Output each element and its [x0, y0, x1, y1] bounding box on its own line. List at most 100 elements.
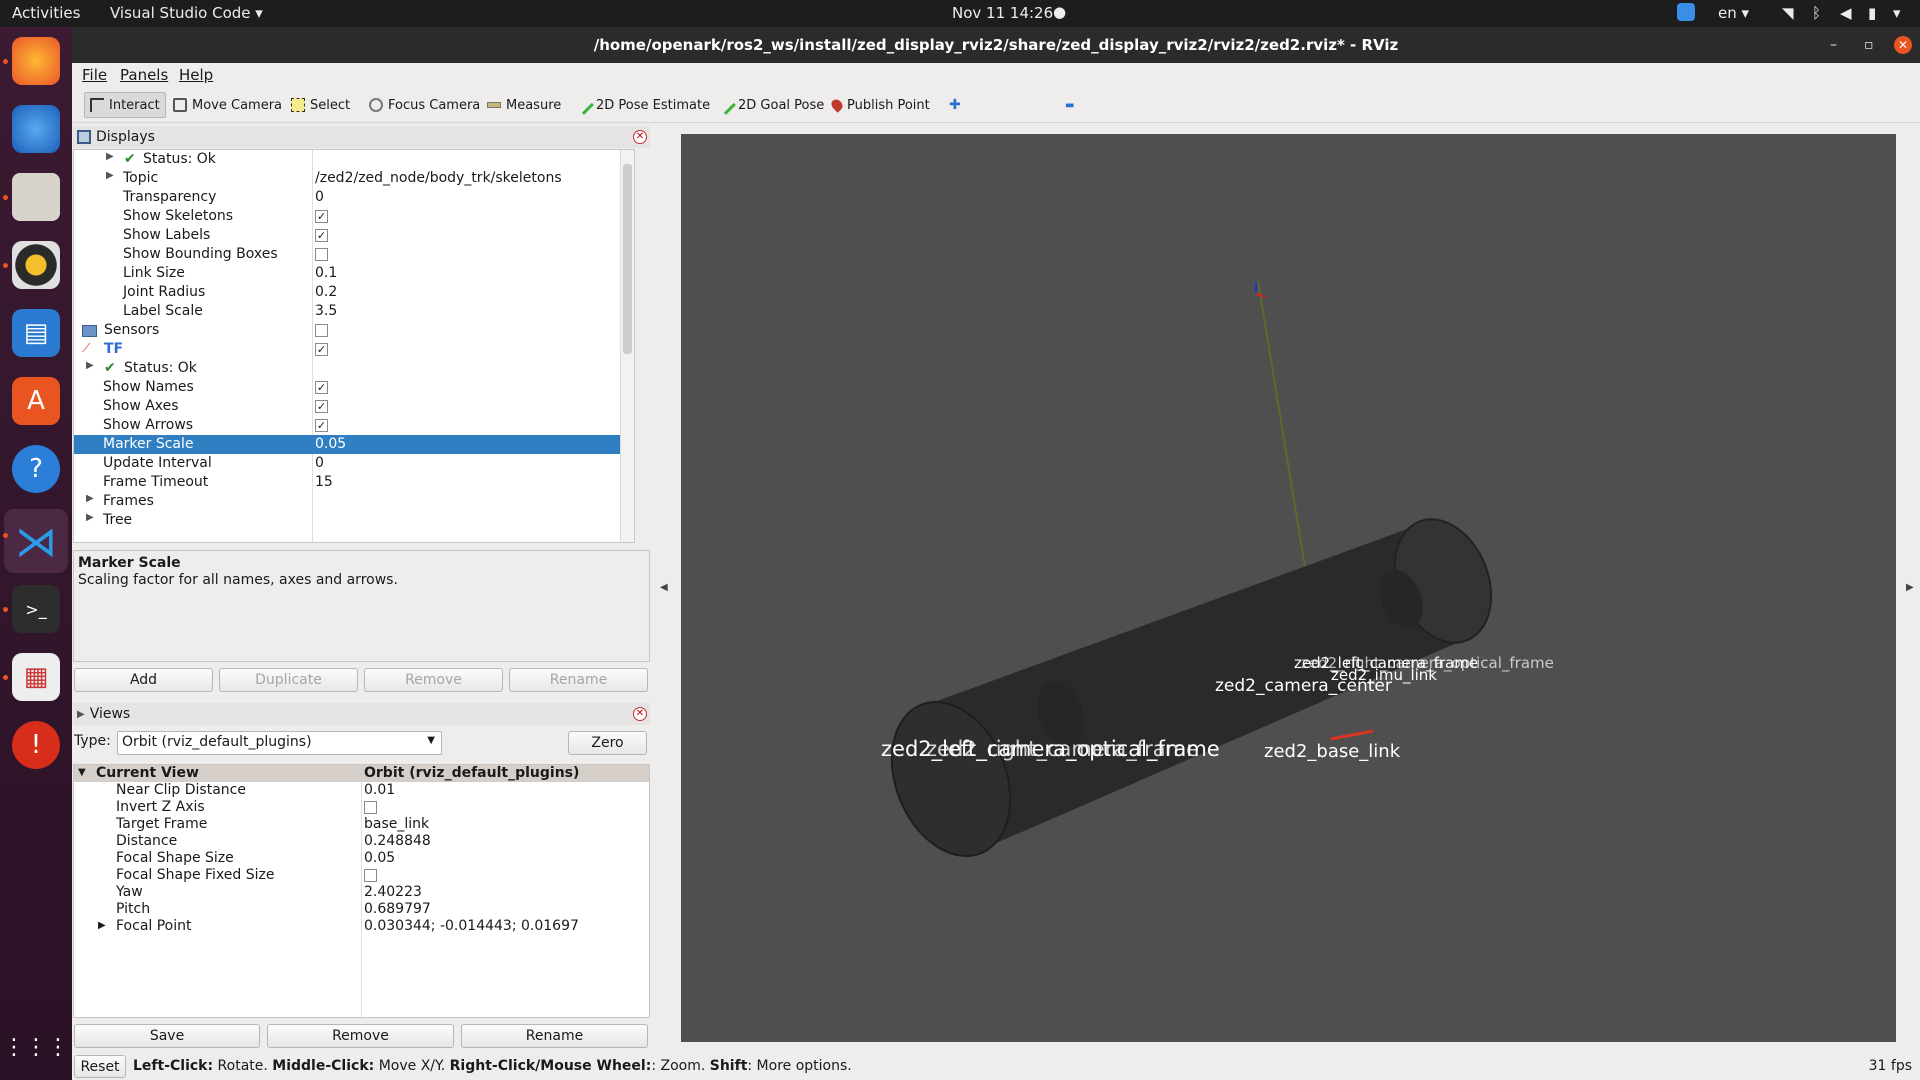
- tree-row-frames[interactable]: ▶ Frames: [74, 492, 634, 511]
- activities-button[interactable]: Activities: [12, 4, 80, 22]
- displays-scrollbar[interactable]: [620, 150, 634, 542]
- view-row-focal-point[interactable]: ▶ Focal Point 0.030344; -0.014443; 0.01697: [74, 918, 649, 935]
- collapse-left-icon[interactable]: ◀: [660, 582, 668, 593]
- menu-help[interactable]: Help: [179, 66, 213, 84]
- volume-icon[interactable]: ◀: [1840, 4, 1852, 22]
- current-view-row[interactable]: ▼ Current View Orbit (rviz_default_plugi…: [74, 765, 649, 782]
- pose-estimate-tool[interactable]: 2D Pose Estimate: [572, 92, 715, 118]
- cursor-icon: [90, 98, 104, 112]
- view-row-target-frame[interactable]: Target Frame base_link: [74, 816, 649, 833]
- tree-row-show-skeletons[interactable]: Show Skeletons ✓: [74, 207, 634, 226]
- focus-camera-tool[interactable]: Focus Camera: [364, 92, 485, 118]
- system-menu-icon[interactable]: ▾: [1893, 4, 1901, 22]
- render-viewport[interactable]: zed2_left_camera_frame zed2_imu_link zed…: [681, 134, 1896, 1042]
- scrollbar-thumb[interactable]: [623, 164, 632, 354]
- menu-file[interactable]: File: [82, 66, 107, 84]
- wifi-icon[interactable]: ◥: [1782, 4, 1794, 22]
- tf-axes-icon: ⟋: [82, 341, 91, 355]
- tree-row-joint-radius[interactable]: Joint Radius 0.2: [74, 283, 634, 302]
- remove-display-button[interactable]: Remove: [364, 668, 503, 692]
- app-menu[interactable]: Visual Studio Code ▾: [110, 4, 263, 22]
- bluetooth-icon[interactable]: ᛒ: [1812, 4, 1821, 22]
- tree-row-update-interval[interactable]: Update Interval 0: [74, 454, 634, 473]
- tree-row-show-labels[interactable]: Show Labels ✓: [74, 226, 634, 245]
- interact-tool[interactable]: Interact: [84, 92, 166, 118]
- view-row-focal-shape-size[interactable]: Focal Shape Size 0.05: [74, 850, 649, 867]
- view-row-yaw[interactable]: Yaw 2.40223: [74, 884, 649, 901]
- view-row-distance[interactable]: Distance 0.248848: [74, 833, 649, 850]
- checkbox[interactable]: ✓: [315, 229, 328, 242]
- view-row-near-clip[interactable]: Near Clip Distance 0.01: [74, 782, 649, 799]
- tree-row-status[interactable]: ▶ ✔ Status: Ok: [74, 150, 634, 169]
- move-camera-tool[interactable]: Move Camera: [168, 92, 287, 118]
- firefox-icon[interactable]: [12, 37, 60, 85]
- tree-row-tf[interactable]: ⟋ TF ✓: [74, 340, 634, 359]
- checkbox[interactable]: ✓: [315, 210, 328, 223]
- goal-pose-tool[interactable]: 2D Goal Pose: [714, 92, 829, 118]
- document-viewer-icon[interactable]: ▦: [12, 653, 60, 701]
- tree-row-marker-scale[interactable]: Marker Scale 0.05: [74, 435, 622, 454]
- collapse-right-icon[interactable]: ▶: [1906, 582, 1914, 593]
- add-display-button[interactable]: Add: [74, 668, 213, 692]
- battery-icon[interactable]: ▮: [1868, 4, 1876, 22]
- tree-row-show-bounding-boxes[interactable]: Show Bounding Boxes: [74, 245, 634, 264]
- show-apps-icon[interactable]: ⋮⋮⋮: [3, 1023, 69, 1071]
- tree-row-tf-status[interactable]: ▶ ✔ Status: Ok: [74, 359, 634, 378]
- duplicate-display-button[interactable]: Duplicate: [219, 668, 358, 692]
- close-icon[interactable]: ✕: [633, 707, 647, 721]
- teamviewer-icon[interactable]: [1677, 3, 1695, 21]
- tree-row-link-size[interactable]: Link Size 0.1: [74, 264, 634, 283]
- maximize-button[interactable]: ▫: [1864, 27, 1874, 63]
- tree-row-frame-timeout[interactable]: Frame Timeout 15: [74, 473, 634, 492]
- rename-view-button[interactable]: Rename: [461, 1024, 648, 1048]
- zero-button[interactable]: Zero: [568, 731, 647, 755]
- tree-row-show-arrows[interactable]: Show Arrows ✓: [74, 416, 634, 435]
- tree-row-label-scale[interactable]: Label Scale 3.5: [74, 302, 634, 321]
- add-tool-button[interactable]: ✚: [944, 92, 966, 118]
- views-tree: ▼ Current View Orbit (rviz_default_plugi…: [73, 764, 650, 1018]
- language-selector[interactable]: en ▾: [1718, 4, 1749, 22]
- close-icon[interactable]: ✕: [633, 130, 647, 144]
- close-button[interactable]: ✕: [1894, 36, 1912, 54]
- checkbox[interactable]: ✓: [315, 400, 328, 413]
- menu-panels[interactable]: Panels: [120, 66, 168, 84]
- view-type-select[interactable]: Orbit (rviz_default_plugins) ▼: [117, 731, 442, 755]
- rhythmbox-icon[interactable]: [12, 241, 60, 289]
- select-tool[interactable]: Select: [286, 92, 355, 118]
- view-row-pitch[interactable]: Pitch 0.689797: [74, 901, 649, 918]
- terminal-icon[interactable]: >_: [12, 585, 60, 633]
- tree-row-topic[interactable]: ▶ Topic/zed2/zed_node/body_trk/skeletons: [74, 169, 634, 188]
- writer-icon[interactable]: ▤: [12, 309, 60, 357]
- measure-tool[interactable]: Measure: [482, 92, 566, 118]
- help-icon[interactable]: ?: [12, 445, 60, 493]
- remove-tool-button[interactable]: ▬: [1060, 92, 1079, 118]
- remove-view-button[interactable]: Remove: [267, 1024, 454, 1048]
- checkbox[interactable]: [315, 324, 328, 337]
- tree-row-sensors[interactable]: Sensors: [74, 321, 634, 340]
- clock[interactable]: Nov 11 14:26: [952, 4, 1053, 22]
- view-row-focal-shape-fixed[interactable]: Focal Shape Fixed Size: [74, 867, 649, 884]
- tree-row-transparency[interactable]: Transparency 0: [74, 188, 634, 207]
- checkbox[interactable]: ✓: [315, 381, 328, 394]
- thunderbird-icon[interactable]: [12, 105, 60, 153]
- save-view-button[interactable]: Save: [74, 1024, 260, 1048]
- software-center-icon[interactable]: A: [12, 377, 60, 425]
- reset-button[interactable]: Reset: [74, 1055, 126, 1078]
- tree-row-show-names[interactable]: Show Names ✓: [74, 378, 634, 397]
- checkbox[interactable]: [364, 869, 377, 882]
- checkbox[interactable]: [315, 248, 328, 261]
- scene-render: [890, 280, 1493, 857]
- files-icon[interactable]: [12, 173, 60, 221]
- status-hint: Left-Click: Rotate. Middle-Click: Move X…: [133, 1058, 852, 1074]
- vscode-icon[interactable]: ⋊: [4, 509, 68, 573]
- checkbox[interactable]: ✓: [315, 343, 328, 356]
- publish-point-tool[interactable]: Publish Point: [827, 92, 935, 118]
- rename-display-button[interactable]: Rename: [509, 668, 648, 692]
- checkbox[interactable]: [364, 801, 377, 814]
- tree-row-show-axes[interactable]: Show Axes ✓: [74, 397, 634, 416]
- error-report-icon[interactable]: !: [12, 721, 60, 769]
- checkbox[interactable]: ✓: [315, 419, 328, 432]
- view-row-invert-z[interactable]: Invert Z Axis: [74, 799, 649, 816]
- minimize-button[interactable]: –: [1830, 27, 1837, 63]
- tree-row-tree[interactable]: ▶ Tree: [74, 511, 634, 530]
